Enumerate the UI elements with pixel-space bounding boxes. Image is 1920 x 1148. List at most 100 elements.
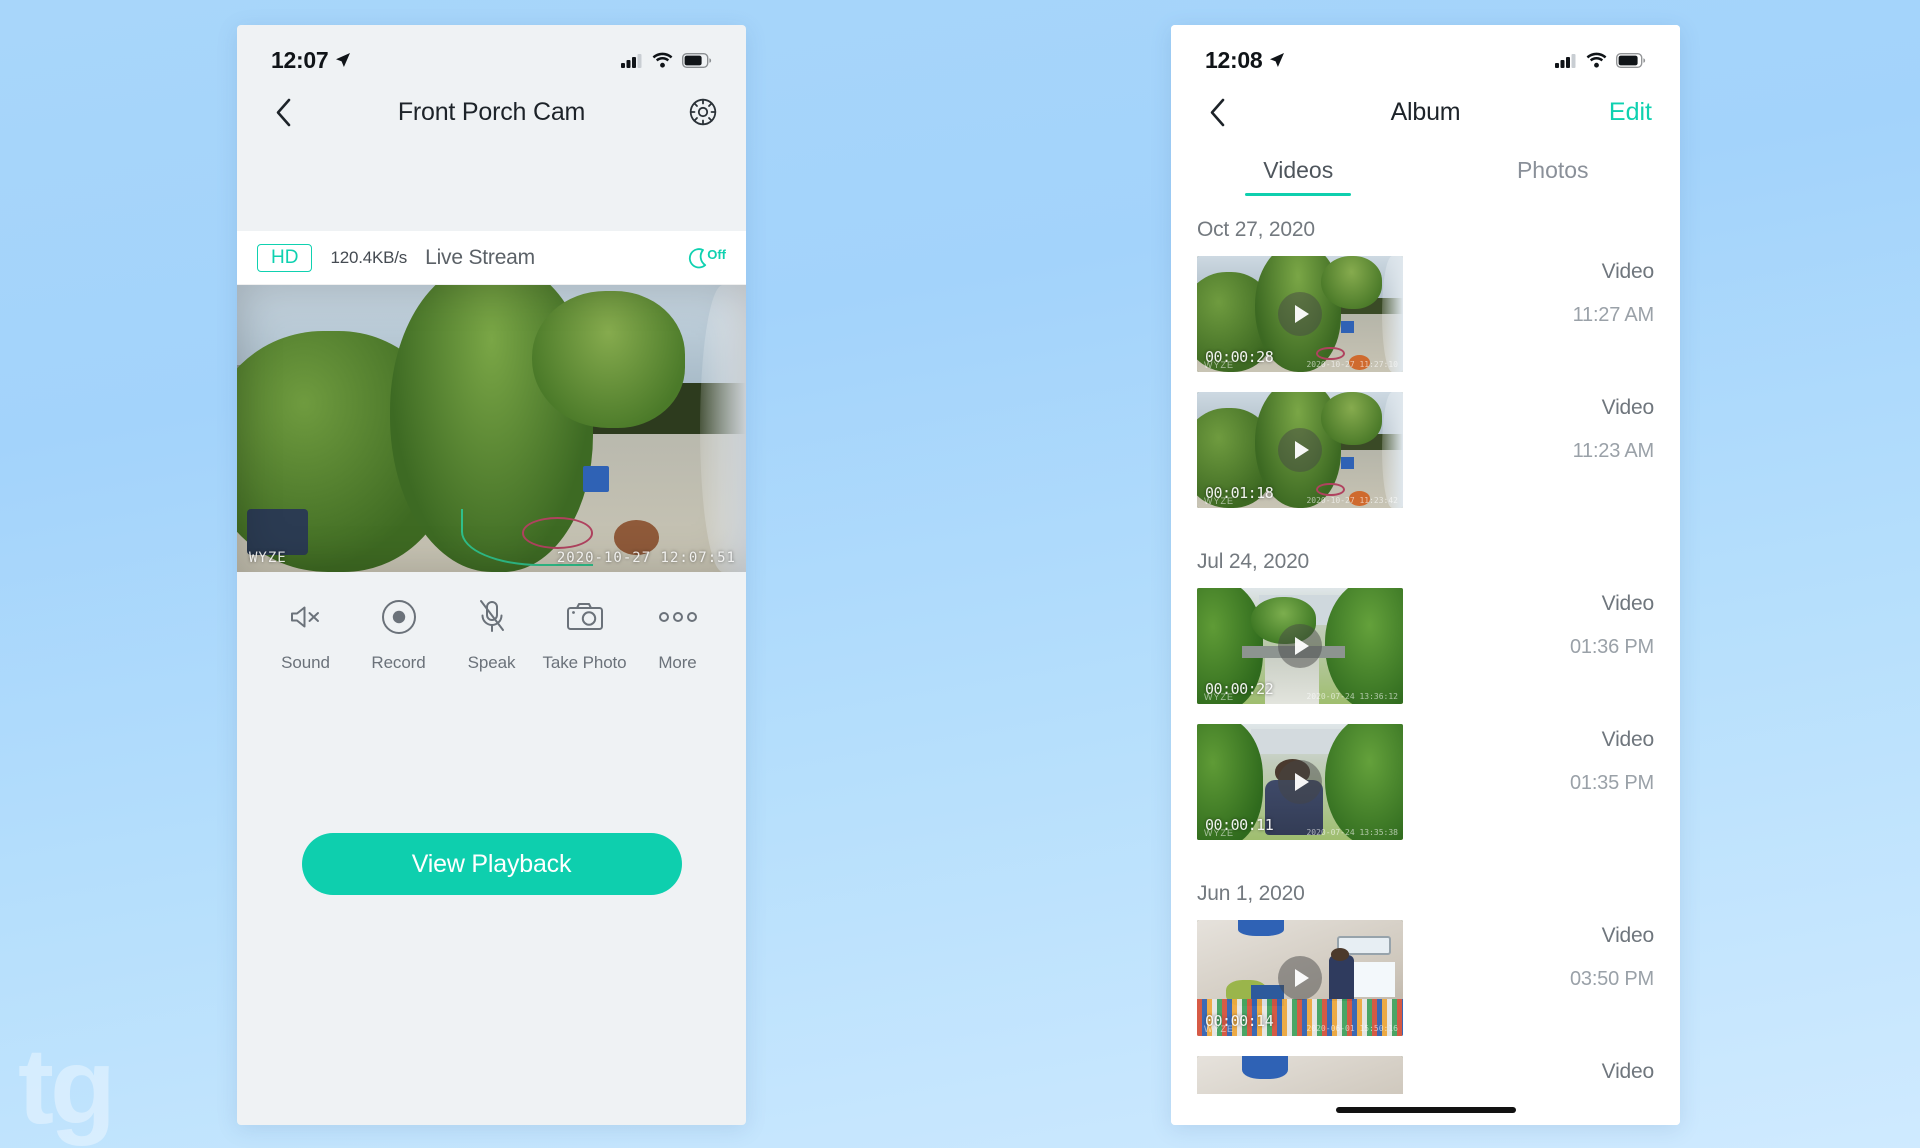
wifi-icon: [652, 52, 673, 68]
control-record-label: Record: [371, 653, 426, 672]
navbar-right: Album Edit: [1171, 81, 1680, 143]
video-thumbnail[interactable]: 00:00:28 WYZE 2020-10-27 11:27:10: [1197, 256, 1403, 372]
back-button-right[interactable]: [1199, 94, 1235, 130]
date-header: Oct 27, 2020: [1197, 218, 1315, 241]
media-meta: Video 03:50 PM: [1570, 920, 1654, 991]
playback-area: View Playback: [237, 673, 746, 895]
play-button[interactable]: [1278, 956, 1322, 1000]
live-video-player[interactable]: WYZE 2020-10-27 12:07:51: [237, 285, 746, 572]
list-item[interactable]: 00:00:14 WYZE 2020-06-01 15:50:16 Video …: [1197, 920, 1654, 1056]
play-button[interactable]: [1278, 428, 1322, 472]
video-thumbnail[interactable]: 00:00:11 WYZE 2020-07-24 13:35:38: [1197, 724, 1403, 840]
date-header: Jul 24, 2020: [1197, 550, 1310, 573]
cellular-signal-icon: [1555, 54, 1576, 68]
control-more-label: More: [658, 653, 697, 672]
media-time: 11:27 AM: [1572, 304, 1655, 326]
status-time: 12:07: [271, 46, 329, 73]
status-bar-left: 12:07: [237, 25, 746, 81]
thumbnail-scene: [1197, 1056, 1403, 1094]
tg-watermark: tg: [18, 1025, 116, 1146]
list-item[interactable]: 00:00:22 WYZE 2020-07-24 13:36:12 Video …: [1197, 588, 1654, 724]
cellular-signal-icon: [621, 54, 642, 68]
camera-icon: [566, 598, 604, 636]
media-meta: Video 11:23 AM: [1572, 392, 1655, 463]
home-indicator[interactable]: [1335, 1107, 1516, 1113]
video-thumbnail[interactable]: 00:01:18 WYZE 2020-10-27 11:23:42: [1197, 392, 1403, 508]
album-media-list[interactable]: Oct 27, 2020 00:00:28 WYZE 2020-10-27 11…: [1171, 196, 1680, 1094]
phone-right-album: 12:08 Album Edit Videos Photos Oct 27, 2…: [1171, 25, 1680, 1125]
gear-icon: [689, 98, 717, 126]
thumbnail-timestamp: 2020-07-24 13:36:12: [1306, 692, 1398, 701]
album-tabs: Videos Photos: [1171, 143, 1680, 196]
control-more[interactable]: More: [631, 598, 724, 673]
thumbnail-timestamp: 2020-07-24 13:35:38: [1306, 828, 1398, 837]
view-playback-button[interactable]: View Playback: [301, 833, 682, 895]
record-circle-icon: [381, 598, 417, 636]
list-item[interactable]: 00:00:28 WYZE 2020-10-27 11:27:10 Video …: [1197, 256, 1654, 392]
thumbnail-brand: WYZE: [1204, 360, 1234, 370]
status-time-right: 12:08: [1205, 46, 1263, 73]
play-triangle-icon: [1295, 637, 1309, 655]
album-title: Album: [1390, 97, 1461, 126]
thumbnail-timestamp: 2020-10-27 11:23:42: [1306, 496, 1398, 505]
media-kind: Video: [1601, 1060, 1655, 1083]
battery-icon: [682, 52, 712, 68]
list-item[interactable]: Video: [1197, 1056, 1654, 1094]
media-meta: Video 11:27 AM: [1572, 256, 1655, 327]
status-time-group: 12:07: [271, 47, 351, 74]
thumbnail-brand: WYZE: [1204, 692, 1234, 702]
control-speak[interactable]: Speak: [445, 598, 538, 673]
header-spacer: [237, 143, 746, 231]
play-triangle-icon: [1295, 773, 1309, 791]
chevron-left-icon: [276, 98, 290, 126]
media-time: 03:50 PM: [1569, 968, 1654, 990]
video-thumbnail[interactable]: [1197, 1056, 1403, 1094]
chevron-left-icon: [1210, 98, 1224, 126]
hd-quality-badge[interactable]: HD: [257, 243, 313, 272]
night-mode-toggle[interactable]: Off: [686, 246, 726, 270]
media-time: 11:23 AM: [1572, 440, 1655, 462]
night-mode-state: Off: [707, 246, 726, 262]
phone-left-live-view: 12:07 Front Porch Cam HD 120.4KB/s Live …: [237, 25, 746, 1125]
live-video-scene: [237, 285, 746, 572]
list-item[interactable]: 00:00:11 WYZE 2020-07-24 13:35:38 Video …: [1197, 724, 1654, 860]
stream-mode-label: Live Stream: [425, 245, 535, 269]
three-dots-icon: [658, 598, 698, 636]
video-thumbnail[interactable]: 00:00:14 WYZE 2020-06-01 15:50:16: [1197, 920, 1403, 1036]
wifi-icon: [1586, 52, 1607, 68]
play-button[interactable]: [1278, 624, 1322, 668]
edit-button-label: Edit: [1608, 97, 1652, 126]
control-take-photo-label: Take Photo: [542, 653, 627, 672]
page-title: Front Porch Cam: [397, 97, 586, 126]
play-button[interactable]: [1278, 760, 1322, 804]
play-button[interactable]: [1278, 292, 1322, 336]
media-kind: Video: [1601, 728, 1655, 751]
thumbnail-timestamp: 2020-10-27 11:27:10: [1306, 360, 1398, 369]
thumbnail-brand: WYZE: [1204, 1024, 1234, 1034]
settings-button[interactable]: [688, 97, 718, 127]
battery-icon: [1616, 52, 1646, 68]
edit-button[interactable]: Edit: [1609, 98, 1652, 127]
speaker-muted-icon: [288, 598, 324, 636]
video-timestamp: 2020-10-27 12:07:51: [556, 550, 736, 566]
status-icons-right: [1555, 52, 1646, 68]
tab-photos[interactable]: Photos: [1426, 147, 1681, 196]
back-button-left[interactable]: [265, 94, 301, 130]
control-take-photo[interactable]: Take Photo: [538, 598, 631, 673]
tab-videos[interactable]: Videos: [1171, 147, 1426, 196]
play-triangle-icon: [1295, 441, 1309, 459]
status-time-group-right: 12:08: [1205, 47, 1285, 74]
thumbnail-brand: WYZE: [1204, 496, 1234, 506]
control-sound-label: Sound: [281, 653, 330, 672]
navbar-left: Front Porch Cam: [237, 81, 746, 143]
date-header: Jun 1, 2020: [1197, 882, 1305, 905]
control-sound[interactable]: Sound: [259, 598, 352, 673]
location-arrow-icon: [336, 53, 351, 67]
control-record[interactable]: Record: [352, 598, 445, 673]
thumbnail-timestamp: 2020-06-01 15:50:16: [1306, 1024, 1398, 1033]
microphone-muted-icon: [476, 598, 508, 636]
home-indicator-wrap: [1171, 1094, 1680, 1125]
video-thumbnail[interactable]: 00:00:22 WYZE 2020-07-24 13:36:12: [1197, 588, 1403, 704]
list-item[interactable]: 00:01:18 WYZE 2020-10-27 11:23:42 Video …: [1197, 392, 1654, 528]
play-triangle-icon: [1295, 969, 1309, 987]
